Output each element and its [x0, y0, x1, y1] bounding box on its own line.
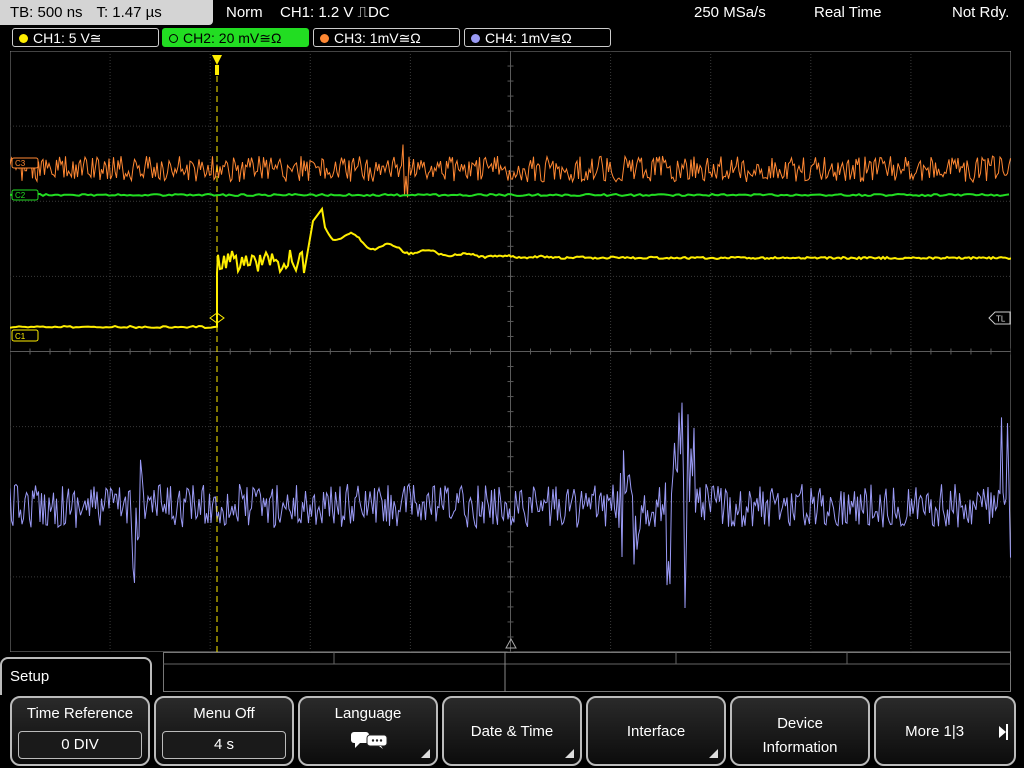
menu-title-tab: Setup — [0, 657, 152, 695]
date-time-label: Date & Time — [470, 723, 554, 740]
device-information-softkey[interactable]: Device Information — [730, 696, 870, 766]
channel-4-label: CH4: 1mV≅Ω — [485, 30, 572, 46]
next-page-arrow-icon — [999, 726, 1006, 738]
trigger-level-label: TL — [996, 315, 1006, 324]
submenu-indicator-icon — [565, 749, 574, 758]
speech-bubble-icon — [351, 732, 388, 749]
next-page-bar-icon — [1006, 724, 1008, 740]
trigger-source[interactable]: CH1: 1.2 V ⎍DC — [280, 0, 390, 25]
ch2-ground-marker[interactable]: C2 — [11, 189, 39, 201]
language-label: Language — [334, 705, 402, 722]
ch1-marker-label: C1 — [15, 332, 26, 341]
history-strip — [163, 652, 1011, 692]
acquisition-status: Not Rdy. — [952, 4, 1010, 21]
timebase-box[interactable]: TB: 500 ns T: 1.47 µs — [0, 0, 213, 25]
ch2-marker-label: C2 — [15, 191, 26, 200]
trigger-mode[interactable]: Norm — [226, 0, 263, 25]
channel-bar: CH1: 5 V≅ CH2: 20 mV≅Ω CH3: 1mV≅Ω CH4: 1… — [0, 26, 1024, 50]
waveform-display[interactable]: C3 C2 C1 TL — [10, 51, 1011, 652]
interface-softkey[interactable]: Interface — [586, 696, 726, 766]
channel-2-dot-icon — [169, 34, 178, 43]
menu-off-value: 4 s — [162, 731, 286, 759]
ch3-marker-label: C3 — [15, 159, 26, 168]
time-reference-label: Time Reference — [26, 705, 134, 722]
menu-off-softkey[interactable]: Menu Off 4 s — [154, 696, 294, 766]
language-softkey[interactable]: Language — [298, 696, 438, 766]
channel-3-label: CH3: 1mV≅Ω — [334, 30, 421, 46]
channel-2-label: CH2: 20 mV≅Ω — [183, 30, 282, 46]
date-time-softkey[interactable]: Date & Time — [442, 696, 582, 766]
channel-1-chip[interactable]: CH1: 5 V≅ — [12, 28, 159, 47]
device-information-label: Device Information — [762, 715, 838, 756]
more-softkey[interactable]: More 1|3 — [874, 696, 1016, 766]
channel-3-dot-icon — [320, 34, 329, 43]
ch3-ground-marker[interactable]: C3 — [11, 157, 39, 169]
acquisition-mode: Real Time — [814, 4, 882, 21]
menu-off-label: Menu Off — [193, 705, 255, 722]
more-label: More 1|3 — [905, 723, 965, 740]
submenu-indicator-icon — [421, 749, 430, 758]
sample-rate: 250 MSa/s — [694, 4, 766, 21]
time-reference-softkey[interactable]: Time Reference 0 DIV — [10, 696, 150, 766]
menu-title: Setup — [10, 668, 50, 685]
time-reference-value: 0 DIV — [18, 731, 142, 759]
channel-4-chip[interactable]: CH4: 1mV≅Ω — [464, 28, 611, 47]
channel-1-label: CH1: 5 V≅ — [33, 30, 102, 46]
interface-label: Interface — [626, 723, 686, 740]
channel-1-dot-icon — [19, 34, 28, 43]
timebase-value: TB: 500 ns — [10, 4, 83, 21]
channel-3-chip[interactable]: CH3: 1mV≅Ω — [313, 28, 460, 47]
channel-4-dot-icon — [471, 34, 480, 43]
submenu-indicator-icon — [709, 749, 718, 758]
status-bar: TB: 500 ns T: 1.47 µs Norm CH1: 1.2 V ⎍D… — [0, 0, 1024, 26]
trigger-time-value: T: 1.47 µs — [96, 4, 162, 21]
channel-2-chip[interactable]: CH2: 20 mV≅Ω — [162, 28, 309, 47]
ch1-ground-marker[interactable]: C1 — [11, 329, 39, 342]
